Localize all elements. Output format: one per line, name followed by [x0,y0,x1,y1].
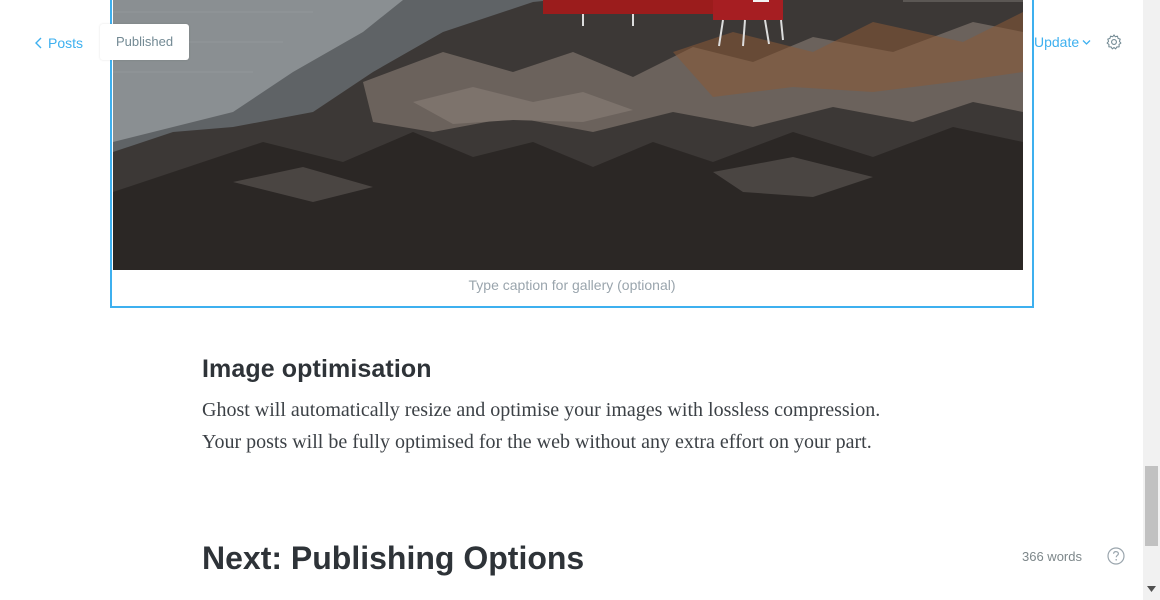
chevron-left-icon [35,37,42,49]
posts-back-link[interactable]: Posts [34,26,83,60]
posts-back-label: Posts [48,35,84,51]
gallery-card[interactable]: Type caption for gallery (optional) [110,0,1034,308]
update-button[interactable]: Update [1034,30,1091,54]
update-button-label: Update [1034,34,1080,50]
status-badge: Published [100,24,190,60]
section-heading[interactable]: Image optimisation [202,355,922,384]
gallery-image[interactable] [113,0,1023,270]
editor-page: Type caption for gallery (optional) Post… [0,0,1160,600]
gear-icon[interactable] [1105,33,1123,51]
scroll-down-arrow-icon[interactable] [1147,586,1156,592]
topbar-left: Posts [34,26,83,60]
chevron-down-icon [1082,39,1091,45]
next-heading[interactable]: Next: Publishing Options [202,540,584,577]
word-count: 366 words [1022,549,1082,564]
help-icon[interactable] [1106,546,1126,566]
topbar-right: Update [1034,30,1123,54]
gallery-caption-placeholder[interactable]: Type caption for gallery (optional) [112,277,1032,293]
scrollbar[interactable] [1143,0,1160,600]
section-paragraph[interactable]: Ghost will automatically resize and opti… [202,394,902,458]
scrollbar-thumb[interactable] [1145,466,1158,546]
editor-content[interactable]: Image optimisation Ghost will automatica… [202,355,922,458]
